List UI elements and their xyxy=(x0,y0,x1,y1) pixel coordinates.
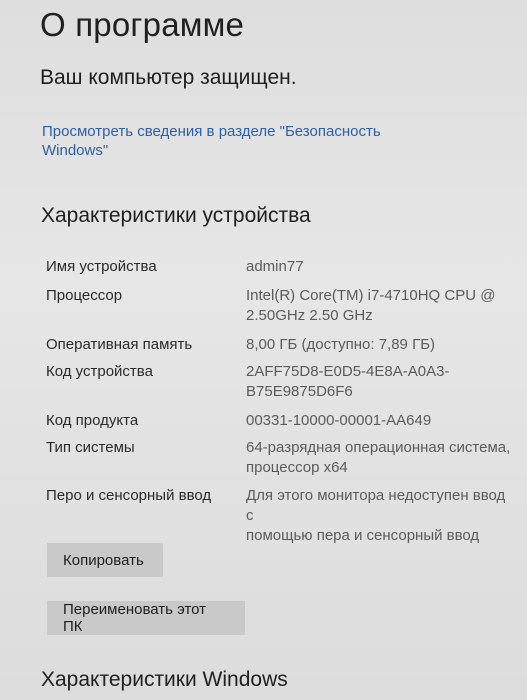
spec-label: Перо и сенсорный ввод xyxy=(46,487,212,504)
page-title: О программе xyxy=(40,6,245,43)
spec-label: Процессор xyxy=(46,287,123,304)
spec-value: Для этого монитора недоступен ввод с пом… xyxy=(246,487,506,544)
spec-label: Тип системы xyxy=(46,439,135,456)
rename-pc-button[interactable]: Переименовать этот ПК xyxy=(47,601,245,635)
spec-value: Intel(R) Core(TM) i7-4710HQ CPU @ 2.50GH… xyxy=(246,287,496,324)
security-details-link[interactable]: Просмотреть сведения в разделе "Безопасн… xyxy=(42,122,422,160)
spec-label: Оперативная память xyxy=(46,336,193,353)
windows-specs-heading: Характеристики Windows xyxy=(41,668,288,691)
spec-label: Код устройства xyxy=(46,363,153,380)
spec-label: Код продукта xyxy=(46,412,139,429)
spec-value: 64-разрядная операционная система, проце… xyxy=(246,439,511,476)
spec-label: Имя устройства xyxy=(46,258,157,275)
spec-value: 8,00 ГБ (доступно: 7,89 ГБ) xyxy=(246,336,436,353)
device-specs-heading: Характеристики устройства xyxy=(41,204,311,227)
spec-value: 2AFF75D8-E0D5-4E8A-A0A3- B75E9875D6F6 xyxy=(246,363,450,400)
spec-value: 00331-10000-00001-AA649 xyxy=(246,412,432,429)
spec-value: admin77 xyxy=(246,258,304,275)
copy-button[interactable]: Копировать xyxy=(47,543,163,577)
protection-status-text: Ваш компьютер защищен. xyxy=(40,66,297,89)
